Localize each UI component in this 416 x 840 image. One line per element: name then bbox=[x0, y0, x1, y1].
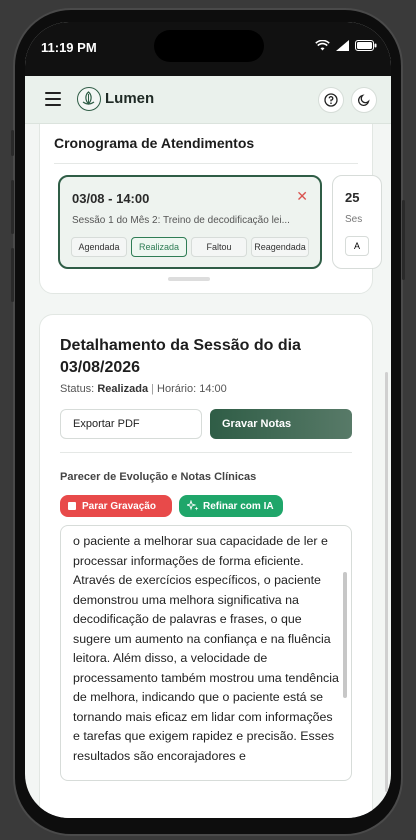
session-description: Ses bbox=[345, 214, 363, 225]
session-date: 25 bbox=[345, 190, 360, 205]
mute-switch bbox=[11, 130, 14, 156]
app-name: Lumen bbox=[105, 90, 155, 107]
carousel-scroll-indicator[interactable] bbox=[168, 277, 210, 281]
battery-icon bbox=[355, 40, 377, 51]
refine-ai-button[interactable]: Refinar com IA bbox=[179, 495, 283, 517]
status-chips: Agendada Realizada Faltou Reagendada bbox=[71, 237, 309, 257]
status-value: Realizada bbox=[97, 383, 149, 395]
help-button[interactable] bbox=[318, 87, 344, 113]
session-card-selected[interactable]: 03/08 - 14:00 ✕ Sessão 1 do Mês 2: Trein… bbox=[58, 175, 322, 269]
divider bbox=[60, 452, 352, 453]
page-scrollbar[interactable] bbox=[385, 372, 388, 792]
chip-faltou[interactable]: Faltou bbox=[191, 237, 247, 257]
chip-agendada[interactable]: Agendada bbox=[71, 237, 127, 257]
status-bar: 11:19 PM bbox=[25, 22, 391, 76]
notes-label: Parecer de Evolução e Notas Clínicas bbox=[60, 471, 257, 483]
lumen-logo-icon bbox=[77, 87, 101, 111]
time-text: Horário: 14:00 bbox=[157, 383, 227, 395]
volume-up-button bbox=[11, 180, 14, 234]
stop-recording-button[interactable]: Parar Gravação bbox=[60, 495, 172, 517]
schedule-card: Cronograma de Atendimentos 03/08 - 14:00… bbox=[39, 124, 382, 294]
power-button bbox=[402, 200, 405, 280]
sparkles-icon bbox=[187, 500, 199, 511]
divider bbox=[54, 163, 358, 164]
refine-ai-label: Refinar com IA bbox=[203, 500, 274, 512]
menu-icon[interactable] bbox=[45, 92, 61, 106]
delete-session-icon[interactable]: ✕ bbox=[296, 188, 308, 205]
chip-reagendada[interactable]: Reagendada bbox=[251, 237, 309, 257]
record-notes-button[interactable]: Gravar Notas bbox=[210, 409, 352, 439]
main-content[interactable]: Cronograma de Atendimentos 03/08 - 14:00… bbox=[25, 124, 391, 818]
session-date: 03/08 - 14:00 bbox=[72, 191, 150, 206]
help-icon bbox=[324, 93, 338, 107]
status-label: Status: bbox=[60, 383, 95, 395]
status-icons bbox=[315, 40, 377, 51]
export-pdf-button[interactable]: Exportar PDF bbox=[60, 409, 202, 439]
signal-icon bbox=[336, 40, 349, 51]
notes-text: o paciente a melhorar sua capacidade de … bbox=[73, 534, 339, 763]
dynamic-island bbox=[154, 30, 264, 62]
status-time: 11:19 PM bbox=[41, 40, 97, 55]
screen: 11:19 PM Lumen Cronograma de Atendimento… bbox=[25, 22, 391, 818]
app-header: Lumen bbox=[25, 76, 391, 124]
chip-realizada[interactable]: Realizada bbox=[131, 237, 187, 257]
wifi-icon bbox=[315, 40, 330, 51]
session-detail-card: Detalhamento da Sessão do dia 03/08/2026… bbox=[39, 314, 373, 818]
chip-agendada[interactable]: A bbox=[345, 236, 369, 256]
stop-recording-label: Parar Gravação bbox=[82, 500, 156, 512]
moon-icon bbox=[357, 94, 370, 107]
theme-toggle-button[interactable] bbox=[351, 87, 377, 113]
textarea-scrollbar[interactable] bbox=[343, 572, 347, 698]
session-card-next[interactable]: 25 Ses A bbox=[332, 175, 382, 269]
status-line: Status: Realizada | Horário: 14:00 bbox=[60, 383, 227, 395]
clinical-notes-textarea[interactable]: o paciente a melhorar sua capacidade de … bbox=[60, 525, 352, 781]
volume-down-button bbox=[11, 248, 14, 302]
session-description: Sessão 1 do Mês 2: Treino de decodificaç… bbox=[72, 215, 290, 226]
schedule-title: Cronograma de Atendimentos bbox=[54, 135, 255, 151]
detail-title: Detalhamento da Sessão do dia 03/08/2026 bbox=[60, 337, 301, 376]
stop-icon bbox=[68, 502, 76, 510]
